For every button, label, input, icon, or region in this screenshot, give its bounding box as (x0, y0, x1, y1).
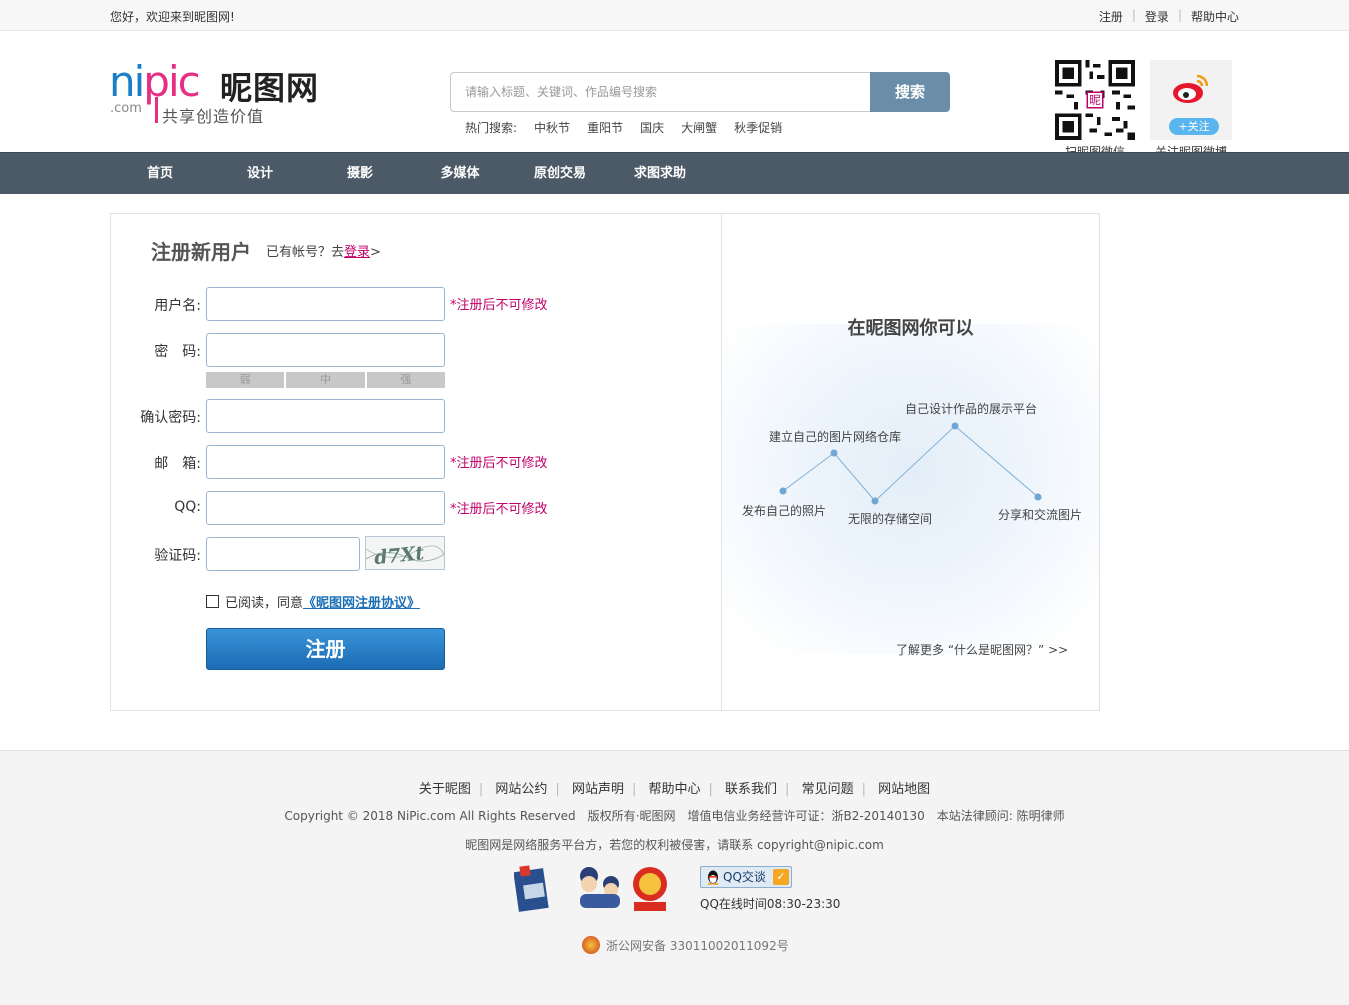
weibo-card: +关注 (1150, 60, 1232, 140)
hot-searches: 热门搜索: 中秋节 重阳节 国庆 大闸蟹 秋季促销 (465, 119, 782, 136)
search-input[interactable] (450, 72, 871, 112)
hot-keyword[interactable]: 国庆 (640, 119, 664, 136)
register-link[interactable]: 注册 (1099, 8, 1123, 25)
main-nav: 首页 设计 摄影 多媒体 原创交易 求图求助 (0, 152, 1349, 194)
qr-code-icon: 昵 (1055, 60, 1135, 140)
hot-keyword[interactable]: 大闸蟹 (681, 119, 717, 136)
footer-link[interactable]: 网站声明 (572, 782, 624, 797)
check-icon: ✓ (773, 869, 789, 885)
password-strength-meter: 弱 中 强 (206, 372, 445, 388)
strength-strong: 强 (366, 372, 445, 388)
login-link[interactable]: 登录 (1145, 8, 1169, 25)
agree-text: 已阅读，同意 (225, 596, 304, 611)
register-panel: 注册新用户 已有帐号？去登录> 用户名: *注册后不可修改 密 码: 弱 中 强… (110, 213, 1100, 711)
svg-text:昵: 昵 (1089, 93, 1101, 107)
site-logo[interactable]: nipic 昵图网 .com 共享创造价值 (109, 57, 319, 127)
username-label: 用户名: (154, 298, 201, 314)
logo-domain-suffix: .com (110, 101, 142, 116)
footer-link[interactable]: 网站公约 (495, 782, 547, 797)
qq-online-time: QQ在线时间08:30-23:30 (700, 897, 841, 911)
greeting-text: 您好，欢迎来到昵图网! (110, 10, 235, 24)
qq-chat-label: QQ交谈 (723, 870, 766, 884)
qq-chat-button[interactable]: QQ交谈 ✓ (700, 866, 792, 888)
nav-item-photo[interactable]: 摄影 (310, 153, 410, 195)
feature-showcase: 自己设计作品的展示平台 (905, 402, 1038, 416)
footer-link[interactable]: 网站地图 (878, 782, 930, 797)
username-note: *注册后不可修改 (450, 298, 548, 313)
search-button[interactable]: 搜索 (870, 72, 950, 112)
feature-photos: 发布自己的照片 (742, 504, 827, 518)
beian-record[interactable]: 浙公网安备 33011002011092号 (582, 936, 789, 954)
agreement-link[interactable]: 《昵图网注册协议》 (303, 592, 420, 611)
username-field[interactable] (206, 287, 445, 321)
agree-checkbox[interactable] (206, 595, 219, 608)
strength-weak: 弱 (206, 372, 285, 388)
footer-link[interactable]: 联系我们 (725, 782, 777, 797)
qq-label: QQ: (174, 499, 201, 515)
footer-link[interactable]: 关于昵图 (419, 782, 471, 797)
search-box: 搜索 (450, 72, 950, 112)
password-label: 密 码: (154, 344, 201, 360)
weibo-follow-box[interactable]: +关注 关注昵图微博 (1146, 56, 1236, 161)
nav-item-original-trade[interactable]: 原创交易 (510, 153, 610, 195)
register-submit-button[interactable]: 注册 (206, 628, 445, 670)
hot-search-label: 热门搜索: (465, 121, 518, 135)
logo-slogan: 共享创造价值 (162, 107, 265, 126)
hot-keyword[interactable]: 秋季促销 (734, 119, 782, 136)
nav-item-design[interactable]: 设计 (210, 153, 310, 195)
qq-note: *注册后不可修改 (450, 502, 548, 517)
separator: | (1131, 8, 1136, 22)
beian-text: 浙公网安备 33011002011092号 (606, 938, 789, 953)
police-emblem-icon (582, 936, 600, 954)
footer-links: 关于昵图 | 网站公约 | 网站声明 | 帮助中心 | 联系我们 | 常见问题 | 网站地图 (418, 782, 931, 797)
weibo-follow-button[interactable]: +关注 (1169, 118, 1219, 135)
nav-item-home[interactable]: 首页 (110, 153, 210, 195)
agreement-row: 已阅读，同意 《昵图网注册协议》 (206, 592, 420, 611)
footer-link[interactable]: 帮助中心 (648, 782, 700, 797)
footer-link[interactable]: 常见问题 (802, 782, 854, 797)
top-links: 注册 | 登录 | 帮助中心 (1099, 8, 1239, 25)
feature-share: 分享和交流图片 (998, 508, 1083, 522)
nav-item-request-help[interactable]: 求图求助 (610, 153, 710, 195)
feature-storage: 无限的存储空间 (848, 512, 933, 526)
hot-keyword[interactable]: 中秋节 (534, 119, 570, 136)
email-field[interactable] (206, 445, 445, 479)
separator: | (1177, 8, 1182, 22)
wechat-qr-box[interactable]: 昵 扫昵图微信 (1050, 56, 1140, 161)
police-badges-icon[interactable] (514, 862, 674, 914)
features-panel: 在昵图网你可以 发布自己的照片 建立自己的图片网络仓库 无限的存储空间 自己设计… (722, 214, 1099, 710)
email-label: 邮 箱: (154, 456, 201, 472)
hot-keyword[interactable]: 重阳节 (587, 119, 623, 136)
learn-more-link[interactable]: 了解更多 “什么是昵图网？” >> (896, 641, 1068, 658)
captcha-label: 验证码: (154, 548, 201, 564)
confirm-password-label: 确认密码: (140, 410, 201, 426)
weibo-icon (1173, 74, 1209, 103)
features-path-diagram (779, 422, 1042, 505)
register-title: 注册新用户 (151, 240, 251, 264)
logo-accent-bar (155, 97, 158, 123)
copyright-notice: 昵图网是网络服务平台方，若您的权利被侵害，请联系 copyright@nipic… (465, 838, 884, 852)
captcha-image[interactable]: d7Xt (365, 536, 445, 570)
logo-wordmark: nipic (109, 57, 201, 106)
password-field[interactable] (206, 333, 445, 367)
has-account-text: 已有帐号？去登录> (266, 245, 381, 260)
qq-penguin-icon (707, 870, 719, 885)
strength-medium: 中 (286, 372, 365, 388)
captcha-field[interactable] (206, 537, 360, 571)
login-link[interactable]: 登录 (344, 245, 370, 260)
confirm-password-field[interactable] (206, 399, 445, 433)
svg-text:d7Xt: d7Xt (373, 542, 425, 569)
email-note: *注册后不可修改 (450, 456, 548, 471)
copyright-text: Copyright © 2018 NiPic.com All Rights Re… (284, 809, 1065, 823)
help-center-link[interactable]: 帮助中心 (1191, 8, 1239, 25)
feature-warehouse: 建立自己的图片网络仓库 (769, 430, 902, 444)
qq-field[interactable] (206, 491, 445, 525)
nav-item-multimedia[interactable]: 多媒体 (410, 153, 510, 195)
top-bar: 您好，欢迎来到昵图网! 注册 | 登录 | 帮助中心 (0, 0, 1349, 31)
